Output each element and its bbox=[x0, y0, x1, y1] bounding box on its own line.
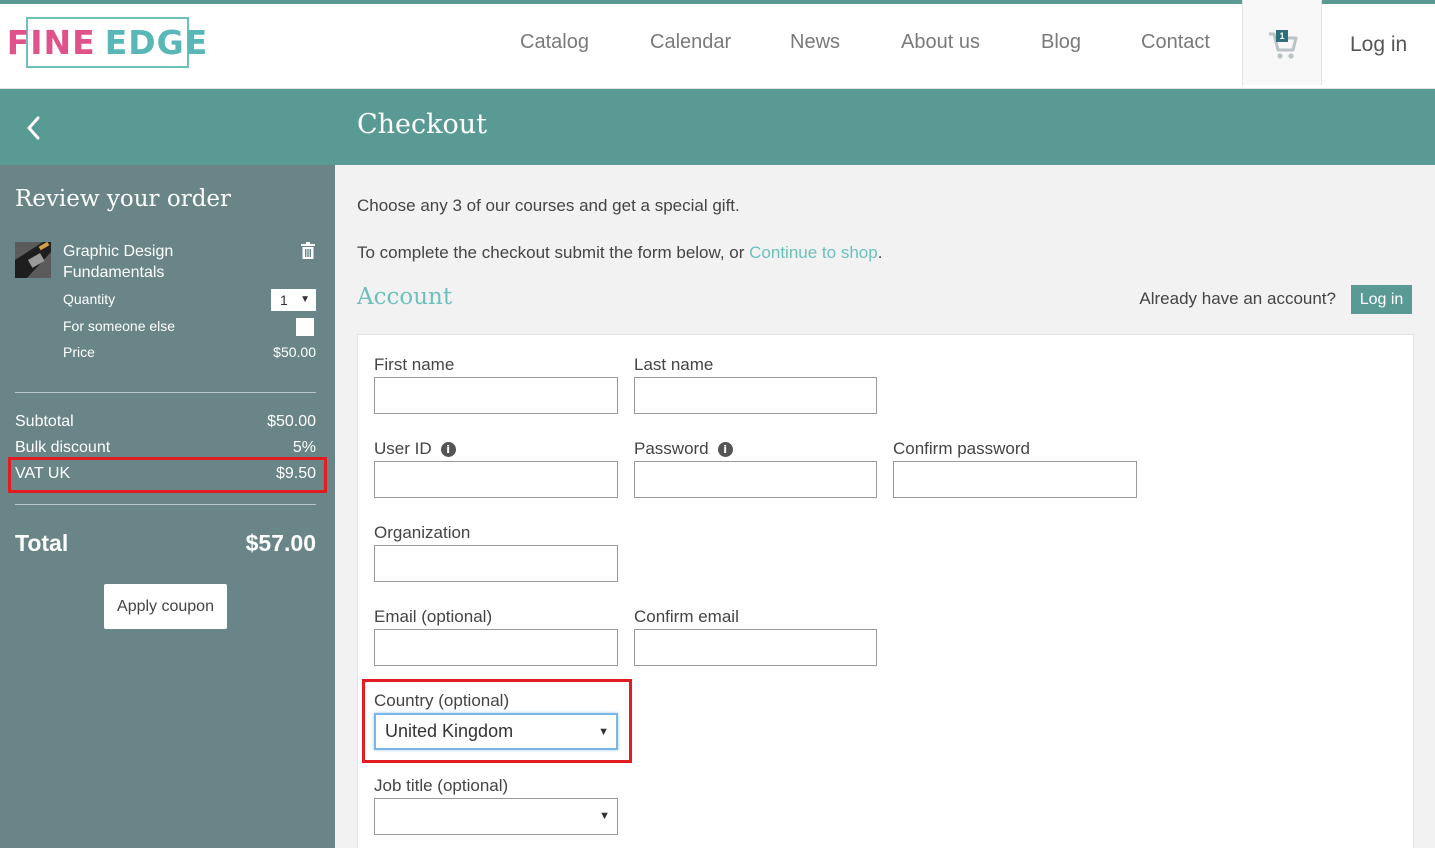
chevron-left-icon[interactable] bbox=[24, 115, 44, 141]
login-link[interactable]: Log in bbox=[1350, 33, 1407, 57]
job-title-select[interactable]: ▼ bbox=[374, 798, 618, 835]
country-highlight-box bbox=[362, 679, 632, 763]
confirm-email-label: Confirm email bbox=[634, 607, 739, 626]
info-icon[interactable]: i bbox=[717, 441, 733, 457]
vat-highlight-box bbox=[8, 457, 327, 493]
someone-else-label: For someone else bbox=[63, 318, 176, 334]
page-title: Checkout bbox=[357, 109, 488, 140]
checkout-banner bbox=[0, 89, 1435, 165]
password-label-row: Password i bbox=[634, 439, 733, 459]
last-name-label: Last name bbox=[634, 355, 714, 374]
confirm-password-label: Confirm password bbox=[893, 439, 1030, 458]
subtotal-label: Subtotal bbox=[15, 413, 74, 430]
cart-button[interactable] bbox=[1242, 0, 1322, 85]
user-id-label-row: User ID i bbox=[374, 439, 456, 459]
promo-text: Choose any 3 of our courses and get a sp… bbox=[357, 196, 740, 215]
organization-input[interactable] bbox=[374, 545, 618, 582]
quantity-label: Quantity bbox=[63, 291, 116, 307]
course-name: Graphic Design Fundamentals bbox=[63, 243, 174, 281]
discount-value: 5% bbox=[292, 439, 316, 456]
apply-coupon-button[interactable]: Apply coupon bbox=[104, 584, 227, 629]
review-order-title: Review your order bbox=[15, 186, 232, 212]
caret-down-icon: ▼ bbox=[300, 294, 310, 305]
user-id-label: User ID bbox=[374, 439, 432, 458]
account-section-title: Account bbox=[357, 284, 453, 310]
job-title-label: Job title (optional) bbox=[374, 776, 509, 795]
subtotal-value: $50.00 bbox=[267, 413, 316, 430]
email-input[interactable] bbox=[374, 629, 618, 666]
account-login-button[interactable]: Log in bbox=[1351, 285, 1412, 314]
price-label: Price bbox=[63, 344, 95, 360]
cart-count-badge: 1 bbox=[1276, 30, 1288, 42]
price-value: $50.00 bbox=[273, 344, 316, 360]
course-thumbnail bbox=[15, 242, 51, 278]
sidebar-divider bbox=[15, 504, 316, 505]
trash-icon[interactable] bbox=[300, 242, 316, 260]
nav-blog[interactable]: Blog bbox=[1041, 31, 1081, 54]
nav-news[interactable]: News bbox=[790, 31, 840, 54]
last-name-input[interactable] bbox=[634, 377, 877, 414]
confirm-email-input[interactable] bbox=[634, 629, 877, 666]
email-label: Email (optional) bbox=[374, 607, 493, 626]
nav-about-us[interactable]: About us bbox=[901, 31, 980, 54]
discount-label: Bulk discount bbox=[15, 439, 111, 456]
total-value: $57.00 bbox=[245, 530, 316, 556]
confirm-password-input[interactable] bbox=[893, 461, 1137, 498]
continue-shop-link[interactable]: Continue to shop bbox=[749, 243, 878, 262]
fine-edge-logo[interactable]: FINE EDGE bbox=[7, 17, 207, 68]
nav-catalog[interactable]: Catalog bbox=[520, 31, 589, 54]
password-input[interactable] bbox=[634, 461, 877, 498]
quantity-select[interactable]: 1 ▼ bbox=[271, 289, 316, 311]
checkout-instruction: To complete the checkout submit the form… bbox=[357, 243, 882, 263]
organization-label: Organization bbox=[374, 523, 471, 542]
logo-part1: FINE bbox=[6, 23, 96, 62]
logo-part2: EDGE bbox=[104, 23, 209, 62]
first-name-input[interactable] bbox=[374, 377, 618, 414]
password-label: Password bbox=[634, 439, 709, 458]
instruction-suffix: . bbox=[877, 243, 883, 262]
caret-down-icon: ▼ bbox=[599, 810, 610, 822]
already-account-text: Already have an account? bbox=[1139, 289, 1336, 308]
first-name-label: First name bbox=[374, 355, 455, 374]
total-label: Total bbox=[15, 530, 69, 556]
info-icon[interactable]: i bbox=[440, 441, 456, 457]
sidebar-divider bbox=[15, 392, 316, 393]
nav-contact[interactable]: Contact bbox=[1141, 31, 1210, 54]
nav-calendar[interactable]: Calendar bbox=[650, 31, 731, 54]
user-id-input[interactable] bbox=[374, 461, 618, 498]
instruction-prefix: To complete the checkout submit the form… bbox=[357, 243, 750, 262]
quantity-value: 1 bbox=[280, 292, 288, 308]
someone-else-checkbox[interactable] bbox=[296, 318, 314, 336]
